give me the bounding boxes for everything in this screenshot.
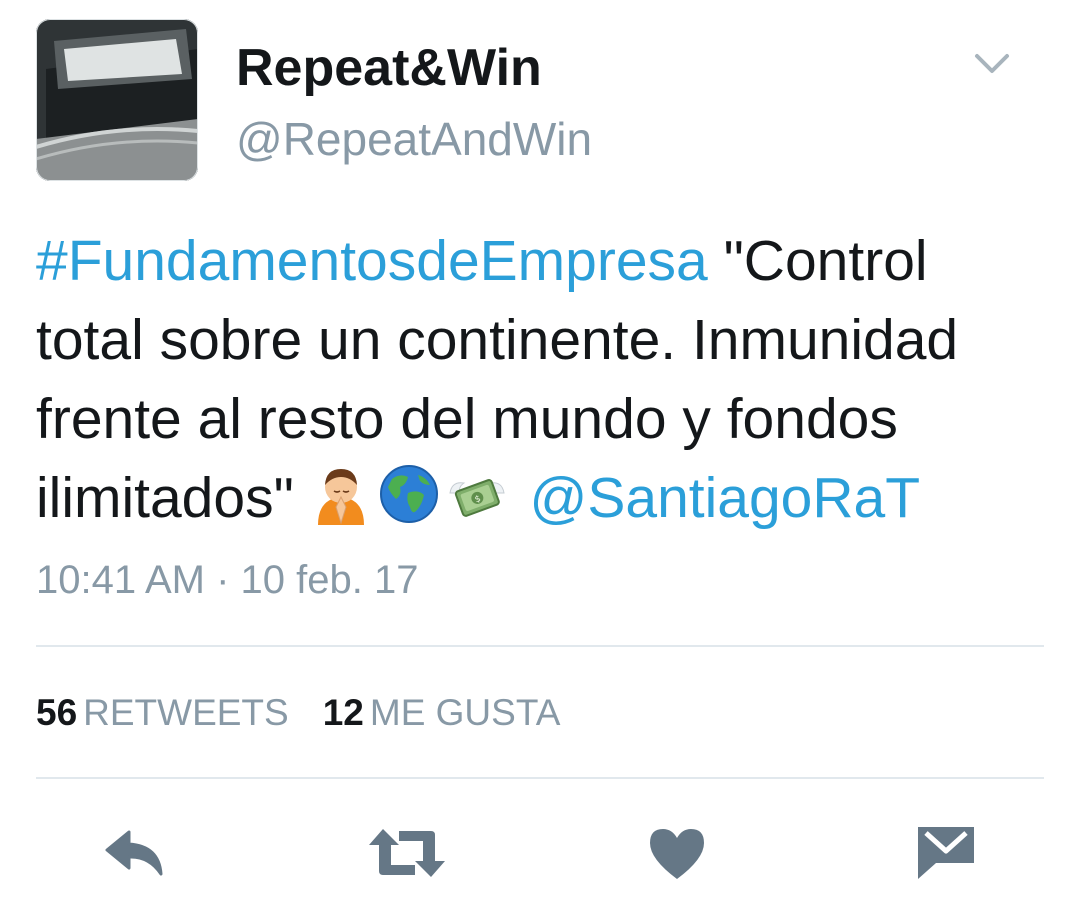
- retweets-label: RETWEETS: [83, 692, 289, 733]
- likes-count: 12: [322, 692, 364, 733]
- retweets-stat[interactable]: 56 RETWEETS: [36, 694, 289, 731]
- reply-button[interactable]: [100, 818, 172, 888]
- like-icon: [650, 829, 704, 879]
- retweets-count: 56: [36, 692, 78, 733]
- likes-label: ME GUSTA: [369, 692, 561, 733]
- mention-link[interactable]: @SantiagoRaT: [530, 466, 921, 530]
- person-bowing-emoji: [310, 463, 372, 525]
- avatar[interactable]: [36, 19, 198, 181]
- tweet-timestamp[interactable]: 10:41 AM · 10 feb. 17: [36, 560, 418, 600]
- hashtag-link[interactable]: #FundamentosdeEmpresa: [36, 229, 708, 293]
- divider: [36, 777, 1044, 779]
- user-handle[interactable]: @RepeatAndWin: [236, 116, 592, 162]
- likes-stat[interactable]: 12 ME GUSTA: [323, 694, 561, 731]
- retweet-button[interactable]: [362, 818, 452, 888]
- avatar-photo: [36, 19, 198, 181]
- like-button[interactable]: [642, 818, 712, 888]
- chevron-down-icon[interactable]: [974, 52, 1010, 76]
- direct-message-button[interactable]: [910, 818, 982, 888]
- direct-message-icon: [918, 827, 974, 879]
- divider: [36, 645, 1044, 647]
- retweet-icon: [369, 829, 445, 877]
- reply-icon: [105, 830, 163, 876]
- globe-emoji: [378, 463, 440, 525]
- display-name[interactable]: Repeat&Win: [236, 42, 542, 94]
- money-with-wings-emoji: $: [446, 463, 508, 525]
- emoji-spacer: [514, 466, 530, 530]
- tweet-stats: 56 RETWEETS 12 ME GUSTA: [36, 694, 594, 731]
- tweet-text: #FundamentosdeEmpresa "Control total sob…: [36, 222, 1046, 538]
